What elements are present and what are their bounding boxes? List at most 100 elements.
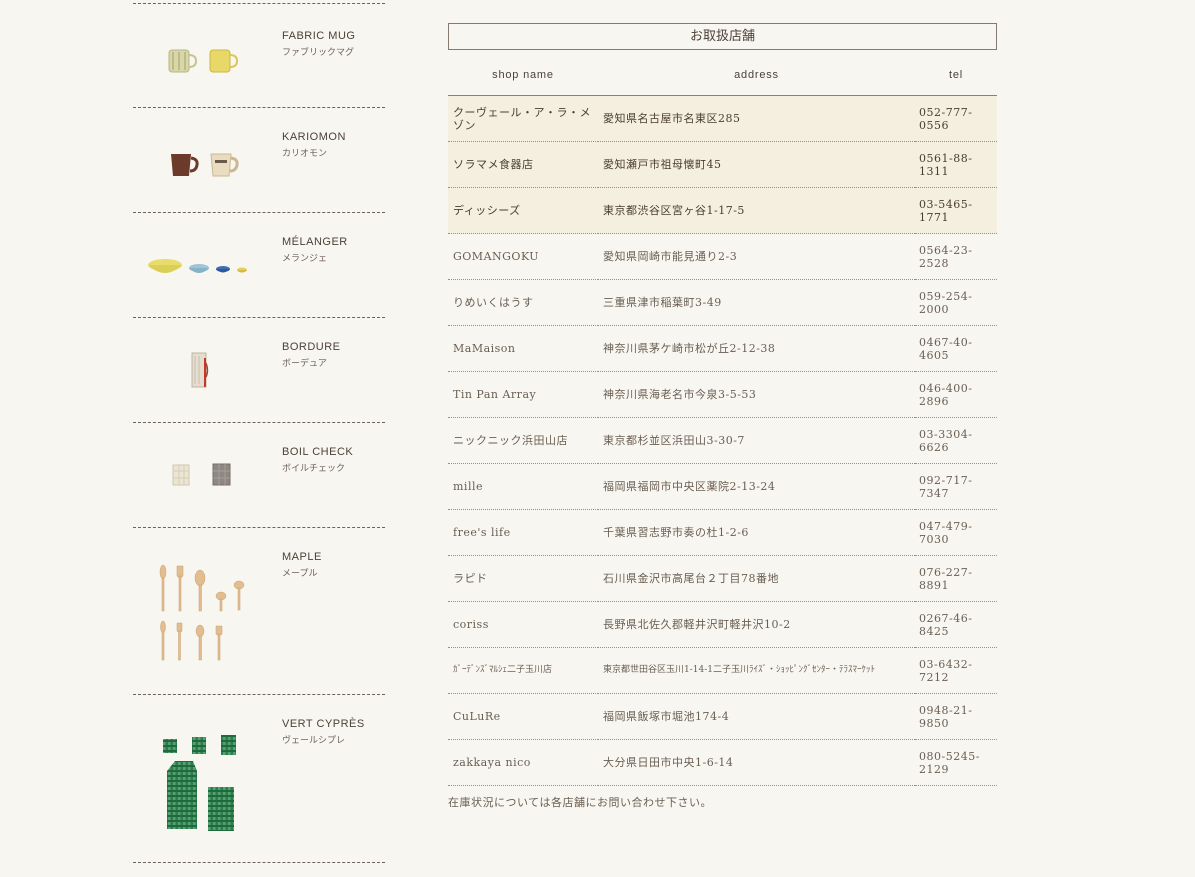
product-name-jp: メランジェ (282, 254, 328, 264)
shop-address: 石川県金沢市高尾台２丁目78番地 (598, 555, 915, 602)
shop-address: 三重県津市稲葉町3-49 (598, 279, 915, 326)
fabric-mug-picture (168, 49, 239, 73)
shop-name: GOMANGOKU (448, 233, 598, 280)
product-name-jp: カリオモン (282, 149, 328, 159)
shop-name: Tin Pan Array (448, 371, 598, 418)
table-header-row: shop name address tel (448, 63, 997, 96)
table-row: ｶﾞｰﾃﾞﾝｽﾞﾏﾙｼｪ二子玉川店 東京都世田谷区玉川1-14-1二子玉川ﾗｲｽ… (448, 647, 997, 694)
product-name-jp: ヴェールシプレ (282, 736, 346, 746)
table-row: mille 福岡県福岡市中央区薬院2-13-24 092-717-7347 (448, 463, 997, 510)
sidebar-item-kariomon[interactable]: KARIOMON カリオモン (133, 108, 385, 213)
stockists-title: お取扱店舗 (448, 23, 997, 50)
vert-cypres-image[interactable] (133, 695, 273, 862)
bordure-picture (191, 352, 209, 388)
shop-address: 東京都杉並区浜田山3-30-7 (598, 417, 915, 464)
shop-tel: 03-5465-1771 (915, 187, 997, 234)
shop-address: 神奈川県海老名市今泉3-5-53 (598, 371, 915, 418)
bordure-image[interactable] (133, 318, 273, 422)
product-name-en[interactable]: MAPLE (282, 550, 322, 564)
shop-address: 愛知瀬戸市祖母懐町45 (598, 141, 915, 188)
sidebar-item-melanger[interactable]: MÉLANGER メランジェ (133, 213, 385, 318)
product-name-en[interactable]: BOIL CHECK (282, 445, 353, 459)
maple-picture (159, 564, 245, 661)
table-row: ディッシーズ 東京都渋谷区宮ヶ谷1-17-5 03-5465-1771 (448, 187, 997, 234)
shop-tel: 052-777-0556 (915, 95, 997, 142)
column-header-address: address (598, 63, 915, 96)
shop-tel: 092-717-7347 (915, 463, 997, 510)
stockists-section: お取扱店舗 shop name address tel クーヴェール・ア・ラ・メ… (448, 23, 997, 810)
shop-name: zakkaya nico (448, 739, 598, 786)
product-name-en[interactable]: FABRIC MUG (282, 29, 355, 43)
table-row: ソラマメ食器店 愛知瀬戸市祖母懐町45 0561-88-1311 (448, 141, 997, 188)
shop-name: coriss (448, 601, 598, 648)
shop-tel: 03-3304-6626 (915, 417, 997, 464)
shop-name: free's life (448, 509, 598, 556)
sidebar-item-boil-check[interactable]: BOIL CHECK ボイルチェック (133, 423, 385, 528)
shop-name: mille (448, 463, 598, 510)
table-row: MaMaison 神奈川県茅ケ崎市松が丘2-12-38 0467-40-4605 (448, 325, 997, 372)
product-name-en[interactable]: BORDURE (282, 340, 341, 354)
table-row: ニックニック浜田山店 東京都杉並区浜田山3-30-7 03-3304-6626 (448, 417, 997, 464)
stockists-table: shop name address tel クーヴェール・ア・ラ・メゾン 愛知県… (448, 63, 997, 786)
shop-address: 長野県北佐久郡軽井沢町軽井沢10-2 (598, 601, 915, 648)
column-header-shop: shop name (448, 63, 598, 96)
sidebar-item-vert-cypres[interactable]: VERT CYPRÈS ヴェールシプレ (133, 695, 385, 863)
product-name-jp: ボーデュア (282, 359, 327, 369)
shop-address: 愛知県岡崎市能見通り2-3 (598, 233, 915, 280)
shop-tel: 047-479-7030 (915, 509, 997, 556)
table-row: りめいくはうす 三重県津市稲葉町3-49 059-254-2000 (448, 279, 997, 326)
boil-check-image[interactable] (133, 423, 273, 527)
melanger-image[interactable] (133, 213, 273, 317)
table-row: zakkaya nico 大分県日田市中央1-6-14 080-5245-212… (448, 739, 997, 786)
table-row: free's life 千葉県習志野市奏の杜1-2-6 047-479-7030 (448, 509, 997, 556)
table-row: クーヴェール・ア・ラ・メゾン 愛知県名古屋市名東区285 052-777-055… (448, 95, 997, 142)
product-name-jp: ボイルチェック (282, 464, 346, 474)
product-name-en[interactable]: VERT CYPRÈS (282, 717, 365, 731)
shop-name: ソラマメ食器店 (448, 141, 598, 188)
shop-tel: 080-5245-2129 (915, 739, 997, 786)
shop-address: 愛知県名古屋市名東区285 (598, 95, 915, 142)
table-row: GOMANGOKU 愛知県岡崎市能見通り2-3 0564-23-2528 (448, 233, 997, 280)
product-name-jp: メープル (282, 569, 318, 579)
shop-name: ラピド (448, 555, 598, 602)
shop-name: ｶﾞｰﾃﾞﾝｽﾞﾏﾙｼｪ二子玉川店 (448, 647, 598, 694)
shop-tel: 0467-40-4605 (915, 325, 997, 372)
shop-address: 福岡県飯塚市堀池174-4 (598, 693, 915, 740)
table-row: coriss 長野県北佐久郡軽井沢町軽井沢10-2 0267-46-8425 (448, 601, 997, 648)
table-row: ラピド 石川県金沢市高尾台２丁目78番地 076-227-8891 (448, 555, 997, 602)
shop-name: CuLuRe (448, 693, 598, 740)
boil-check-picture (172, 463, 231, 486)
maple-image[interactable] (133, 528, 273, 694)
shop-tel: 0948-21-9850 (915, 693, 997, 740)
sidebar-item-bordure[interactable]: BORDURE ボーデュア (133, 318, 385, 423)
vert-cypres-picture (163, 735, 236, 831)
kariomon-picture (171, 153, 239, 177)
product-name-jp: ファブリックマグ (282, 48, 355, 58)
shop-address: 千葉県習志野市奏の杜1-2-6 (598, 509, 915, 556)
shop-tel: 03-6432-7212 (915, 647, 997, 694)
shop-address: 東京都渋谷区宮ヶ谷1-17-5 (598, 187, 915, 234)
shop-name: ディッシーズ (448, 187, 598, 234)
column-header-tel: tel (915, 63, 997, 96)
shop-tel: 059-254-2000 (915, 279, 997, 326)
product-name-en[interactable]: MÉLANGER (282, 235, 348, 249)
sidebar-item-maple[interactable]: MAPLE メープル (133, 528, 385, 695)
sidebar-item-fabric-mug[interactable]: FABRIC MUG ファブリックマグ (133, 4, 385, 108)
shop-name: ニックニック浜田山店 (448, 417, 598, 464)
shop-address: 大分県日田市中央1-6-14 (598, 739, 915, 786)
shop-address: 東京都世田谷区玉川1-14-1二子玉川ﾗｲｽﾞ・ｼｮｯﾋﾟﾝｸﾞｾﾝﾀｰ・ﾃﾗｽ… (598, 647, 915, 694)
shop-name: MaMaison (448, 325, 598, 372)
shop-tel: 0561-88-1311 (915, 141, 997, 188)
shop-address: 神奈川県茅ケ崎市松が丘2-12-38 (598, 325, 915, 372)
shop-name: クーヴェール・ア・ラ・メゾン (448, 95, 598, 142)
product-name-en[interactable]: KARIOMON (282, 130, 346, 144)
fabric-mug-image[interactable] (133, 4, 273, 107)
stock-note: 在庫状況については各店舗にお問い合わせ下さい。 (448, 796, 712, 809)
kariomon-image[interactable] (133, 108, 273, 212)
shop-name: りめいくはうす (448, 279, 598, 326)
shop-address: 福岡県福岡市中央区薬院2-13-24 (598, 463, 915, 510)
table-row: CuLuRe 福岡県飯塚市堀池174-4 0948-21-9850 (448, 693, 997, 740)
shop-tel: 076-227-8891 (915, 555, 997, 602)
shop-tel: 046-400-2896 (915, 371, 997, 418)
shop-tel: 0564-23-2528 (915, 233, 997, 280)
